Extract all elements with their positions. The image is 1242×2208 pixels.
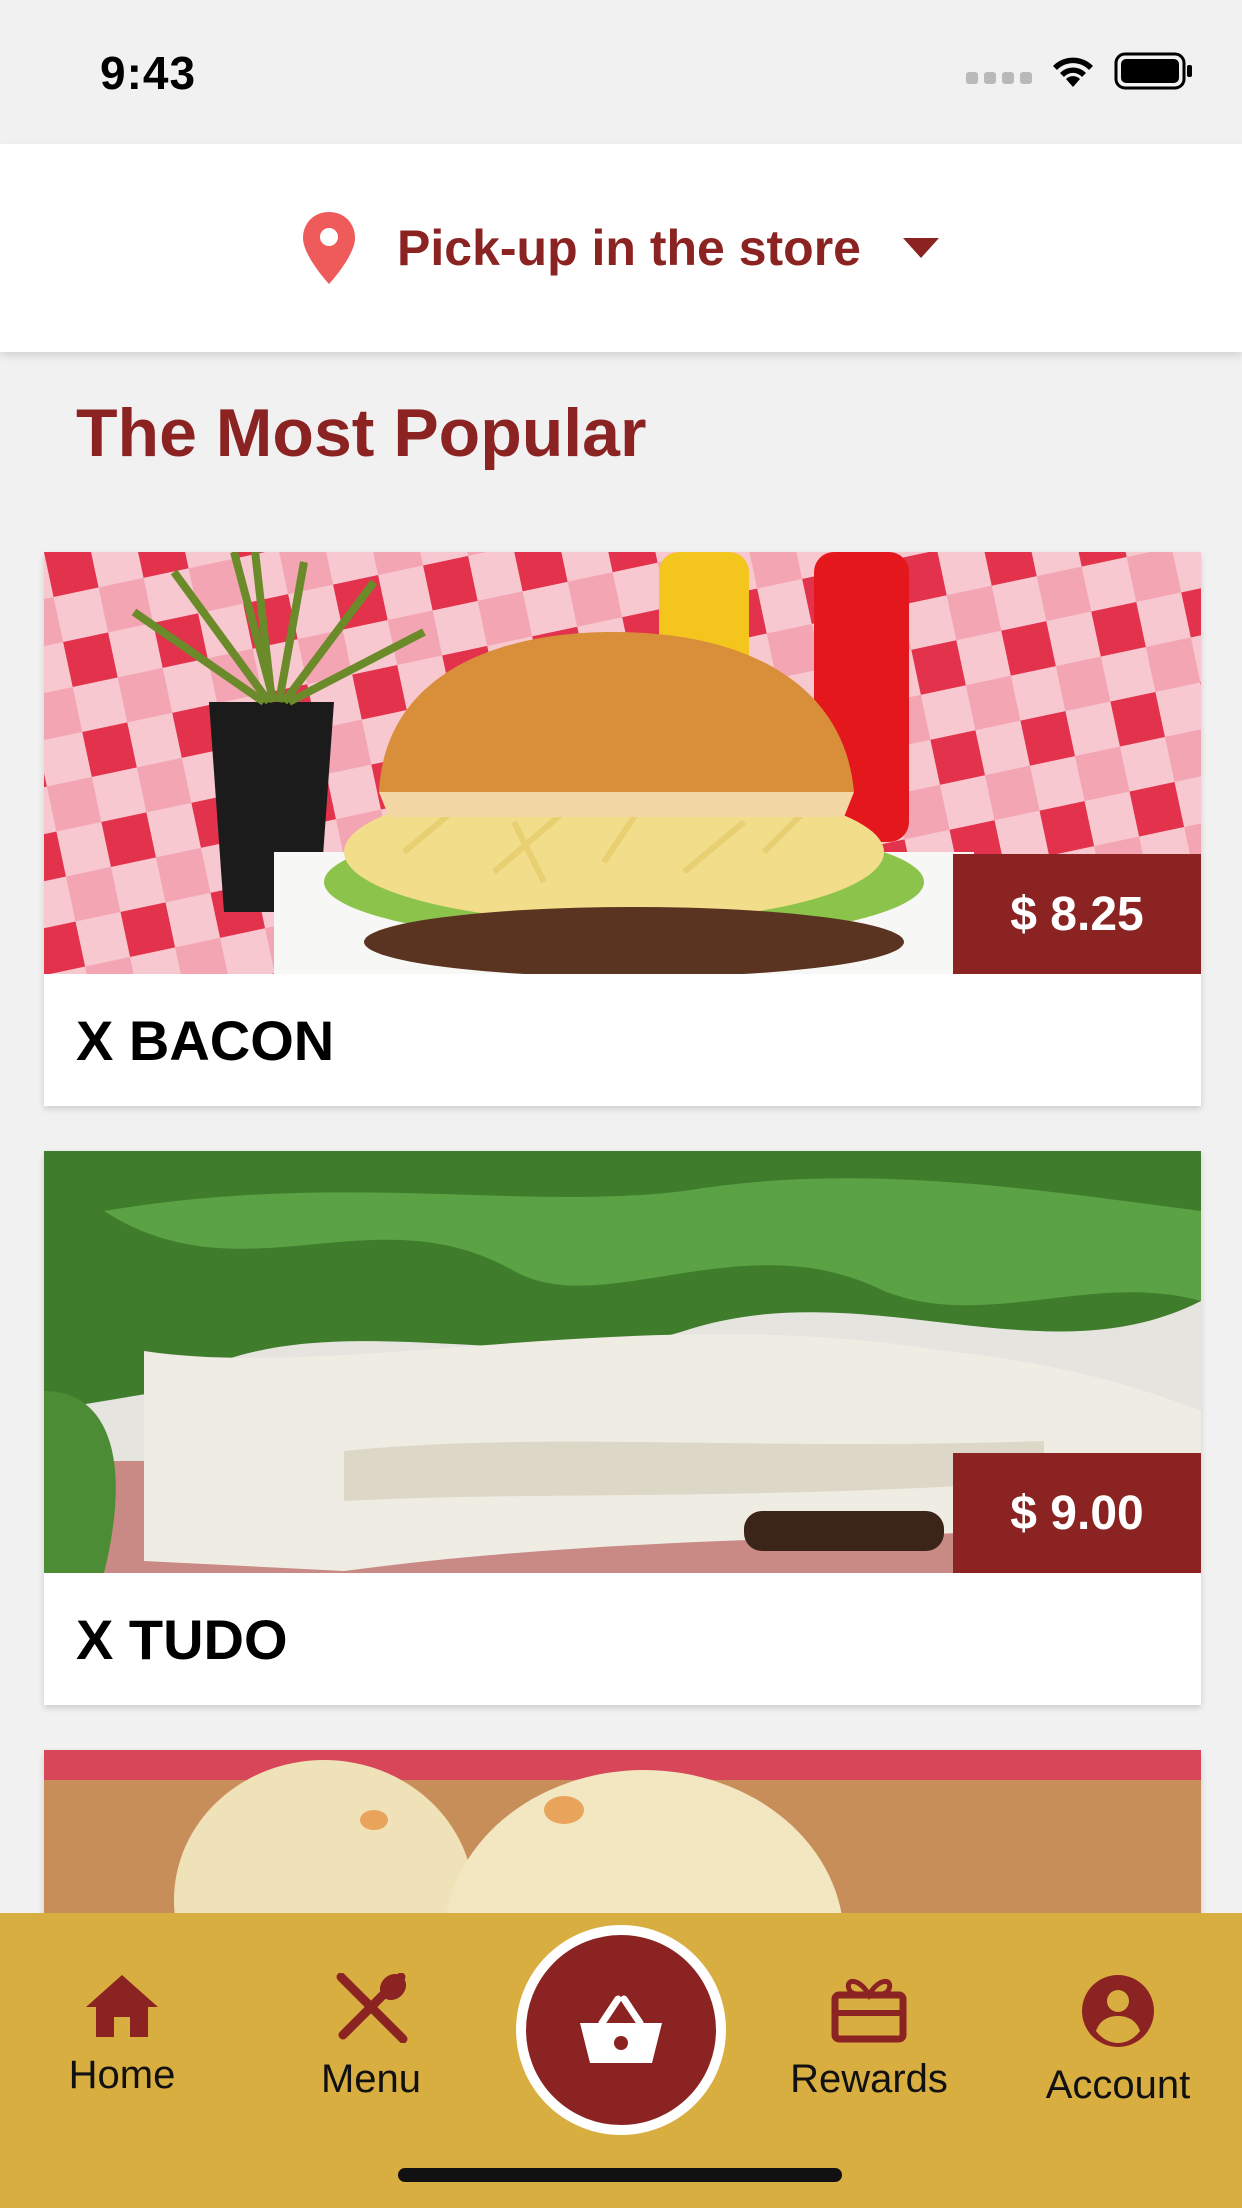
nav-menu-label: Menu xyxy=(320,2057,422,2101)
product-name: X TUDO xyxy=(76,1607,288,1671)
status-bar: 9:43 xyxy=(0,0,1242,144)
product-image: $ 9.00 xyxy=(44,1151,1201,1573)
battery-icon xyxy=(1114,52,1192,90)
product-card-x-tudo[interactable]: $ 9.00 X TUDO xyxy=(44,1151,1201,1705)
nav-rewards[interactable]: Rewards xyxy=(769,1973,969,2102)
location-pin-icon xyxy=(303,212,356,284)
cart-button[interactable] xyxy=(516,1925,726,2135)
wifi-icon xyxy=(1053,57,1093,87)
pickup-label: Pick-up in the store xyxy=(397,220,861,276)
product-card-x-bacon[interactable]: $ 8.25 X BACON xyxy=(44,552,1201,1106)
nav-home-label: Home xyxy=(68,2053,176,2097)
section-title: The Most Popular xyxy=(76,395,647,471)
chevron-down-icon xyxy=(902,238,939,258)
nav-rewards-label: Rewards xyxy=(790,2057,948,2101)
nav-account-label: Account xyxy=(1045,2063,1191,2107)
nav-menu[interactable]: Menu xyxy=(271,1973,471,2102)
pickup-selector[interactable]: Pick-up in the store xyxy=(301,210,941,286)
home-indicator xyxy=(398,2168,842,2182)
basket-icon xyxy=(580,1995,662,2063)
nav-account[interactable]: Account xyxy=(1018,1973,1218,2108)
signal-icon xyxy=(966,72,1032,84)
product-name: X BACON xyxy=(76,1008,335,1072)
pickup-selector-bar: Pick-up in the store xyxy=(0,144,1242,352)
nav-home[interactable]: Home xyxy=(22,1973,222,2098)
account-icon xyxy=(1082,1975,1154,2047)
status-icons xyxy=(966,52,1194,90)
home-icon xyxy=(86,1975,158,2037)
bottom-nav: Home Menu Rewards Account xyxy=(0,1913,1242,2208)
menu-utensils-icon xyxy=(336,1973,408,2043)
gift-icon xyxy=(831,1979,907,2043)
status-time: 9:43 xyxy=(100,47,197,99)
price-tag: $ 9.00 xyxy=(953,1453,1201,1573)
price-tag: $ 8.25 xyxy=(953,854,1201,974)
product-image: $ 8.25 xyxy=(44,552,1201,974)
